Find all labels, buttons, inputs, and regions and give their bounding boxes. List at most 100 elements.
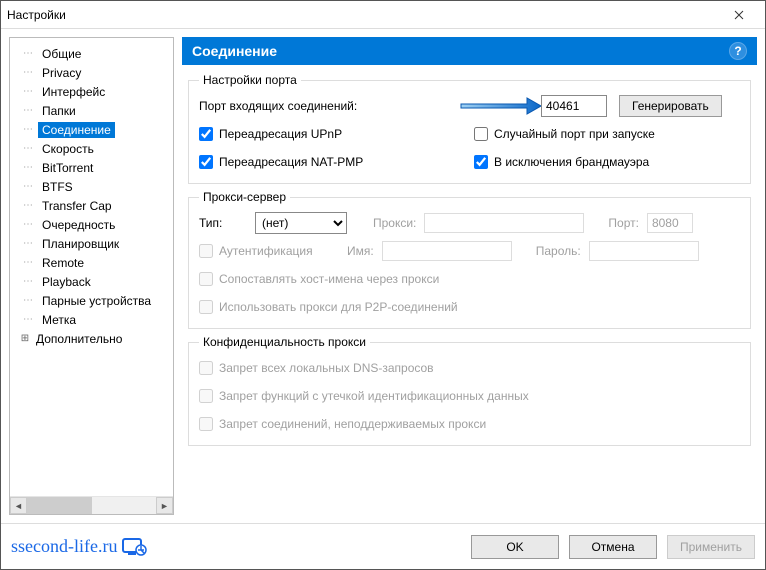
scroll-thumb[interactable]: [27, 497, 92, 514]
proxy-port-label: Порт:: [608, 216, 639, 230]
tree-label: BTFS: [38, 179, 77, 195]
tree-connector-icon: ⋯: [18, 162, 38, 173]
tree-item-advanced[interactable]: ⊞Дополнительно: [10, 329, 173, 348]
firewall-checkbox-input[interactable]: [474, 155, 488, 169]
tree-item-paired[interactable]: ⋯Парные устройства: [10, 291, 173, 310]
tree-item-general[interactable]: ⋯Общие: [10, 44, 173, 63]
window-title: Настройки: [7, 8, 719, 22]
proxy-auth-checkbox: Аутентификация: [199, 244, 339, 258]
proxy-host-input: [424, 213, 584, 233]
tree-connector-icon: ⋯: [18, 200, 38, 211]
natpmp-label: Переадресация NAT-PMP: [219, 155, 363, 169]
proxy-password-input: [589, 241, 699, 261]
generate-port-button[interactable]: Генерировать: [619, 95, 722, 117]
tree-item-bittorrent[interactable]: ⋯BitTorrent: [10, 158, 173, 177]
dns-block-checkbox: Запрет всех локальных DNS-запросов: [199, 361, 434, 375]
leak-block-checkbox: Запрет функций с утечкой идентификационн…: [199, 389, 529, 403]
tree-connector-icon: ⋯: [18, 67, 38, 78]
incoming-port-input[interactable]: [541, 95, 607, 117]
help-icon[interactable]: ?: [729, 42, 747, 60]
proxy-type-select[interactable]: (нет): [255, 212, 347, 234]
tree-item-queue[interactable]: ⋯Очередность: [10, 215, 173, 234]
proxy-privacy-legend: Конфиденциальность прокси: [199, 335, 370, 349]
tree-item-connection[interactable]: ⋯Соединение: [10, 120, 173, 139]
settings-window: Настройки ⋯Общие ⋯Privacy ⋯Интерфейс ⋯Па…: [0, 0, 766, 570]
random-port-label: Случайный порт при запуске: [494, 127, 655, 141]
footer: ssecond-life.ru OK Отмена Применить: [1, 523, 765, 569]
scroll-left-arrow-icon[interactable]: ◄: [10, 497, 27, 514]
panel-header: Соединение ?: [182, 37, 757, 65]
tree-label: Метка: [38, 312, 80, 328]
tree-connector-icon: ⋯: [18, 124, 38, 135]
pointer-arrow-icon: [459, 96, 541, 116]
tree-connector-icon: ⋯: [18, 314, 38, 325]
tree-list: ⋯Общие ⋯Privacy ⋯Интерфейс ⋯Папки ⋯Соеди…: [10, 38, 173, 496]
leak-block-checkbox-input: [199, 389, 213, 403]
tree-item-playback[interactable]: ⋯Playback: [10, 272, 173, 291]
firewall-checkbox[interactable]: В исключения брандмауэра: [474, 155, 649, 169]
natpmp-checkbox-input[interactable]: [199, 155, 213, 169]
upnp-checkbox-input[interactable]: [199, 127, 213, 141]
proxy-p2p-label: Использовать прокси для P2P-соединений: [219, 300, 458, 314]
random-port-checkbox[interactable]: Случайный порт при запуске: [474, 127, 655, 141]
tree-connector-icon: ⋯: [18, 295, 38, 306]
natpmp-checkbox[interactable]: Переадресация NAT-PMP: [199, 155, 474, 169]
proxy-group: Прокси-сервер Тип: (нет) Прокси: Порт:: [188, 190, 751, 329]
proxy-password-label: Пароль:: [536, 244, 581, 258]
apply-button: Применить: [667, 535, 755, 559]
upnp-checkbox[interactable]: Переадресация UPnP: [199, 127, 474, 141]
scroll-right-arrow-icon[interactable]: ►: [156, 497, 173, 514]
tree-item-remote[interactable]: ⋯Remote: [10, 253, 173, 272]
tree-label: Playback: [38, 274, 95, 290]
tree-label: Transfer Cap: [38, 198, 116, 214]
tree-label: Интерфейс: [38, 84, 109, 100]
tree-label: Парные устройства: [38, 293, 155, 309]
proxy-hostnames-checkbox: Сопоставлять хост-имена через прокси: [199, 272, 439, 286]
port-legend: Настройки порта: [199, 73, 301, 87]
dns-block-checkbox-input: [199, 361, 213, 375]
close-button[interactable]: [719, 1, 759, 29]
firewall-label: В исключения брандмауэра: [494, 155, 649, 169]
tree-connector-icon: ⋯: [18, 181, 38, 192]
tree-connector-icon: ⋯: [18, 86, 38, 97]
random-port-checkbox-input[interactable]: [474, 127, 488, 141]
incoming-port-label: Порт входящих соединений:: [199, 99, 459, 113]
window-body: ⋯Общие ⋯Privacy ⋯Интерфейс ⋯Папки ⋯Соеди…: [1, 29, 765, 523]
tree-label: Remote: [38, 255, 88, 271]
tree-item-label[interactable]: ⋯Метка: [10, 310, 173, 329]
proxy-p2p-checkbox-input: [199, 300, 213, 314]
unsupported-block-label: Запрет соединений, неподдерживаемых прок…: [219, 417, 486, 431]
tree-label: Общие: [38, 46, 85, 62]
proxy-port-input: [647, 213, 693, 233]
proxy-username-input: [382, 241, 512, 261]
tree-connector-icon: ⋯: [18, 238, 38, 249]
tree-connector-icon: ⋯: [18, 143, 38, 154]
tree-connector-icon: ⋯: [18, 105, 38, 116]
tree-item-interface[interactable]: ⋯Интерфейс: [10, 82, 173, 101]
upnp-label: Переадресация UPnP: [219, 127, 342, 141]
horizontal-scrollbar[interactable]: ◄ ►: [10, 496, 173, 514]
watermark-text: ssecond-life.ru: [11, 536, 117, 557]
expand-icon[interactable]: ⊞: [18, 333, 32, 344]
content-panel: Соединение ? Настройки порта Порт входящ…: [182, 37, 757, 515]
tree-item-transfercap[interactable]: ⋯Transfer Cap: [10, 196, 173, 215]
tree-item-folders[interactable]: ⋯Папки: [10, 101, 173, 120]
tree-label: Планировщик: [38, 236, 123, 252]
tree-item-speed[interactable]: ⋯Скорость: [10, 139, 173, 158]
tree-label: Дополнительно: [32, 331, 126, 347]
tree-item-btfs[interactable]: ⋯BTFS: [10, 177, 173, 196]
unsupported-block-checkbox: Запрет соединений, неподдерживаемых прок…: [199, 417, 486, 431]
tree-connector-icon: ⋯: [18, 48, 38, 59]
cancel-button[interactable]: Отмена: [569, 535, 657, 559]
tree-connector-icon: ⋯: [18, 276, 38, 287]
nav-tree: ⋯Общие ⋯Privacy ⋯Интерфейс ⋯Папки ⋯Соеди…: [9, 37, 174, 515]
tree-item-privacy[interactable]: ⋯Privacy: [10, 63, 173, 82]
proxy-host-label: Прокси:: [373, 216, 416, 230]
ok-button[interactable]: OK: [471, 535, 559, 559]
scroll-track[interactable]: [27, 497, 156, 514]
proxy-username-label: Имя:: [347, 244, 374, 258]
tree-item-scheduler[interactable]: ⋯Планировщик: [10, 234, 173, 253]
proxy-legend: Прокси-сервер: [199, 190, 290, 204]
proxy-auth-checkbox-input: [199, 244, 213, 258]
titlebar: Настройки: [1, 1, 765, 29]
